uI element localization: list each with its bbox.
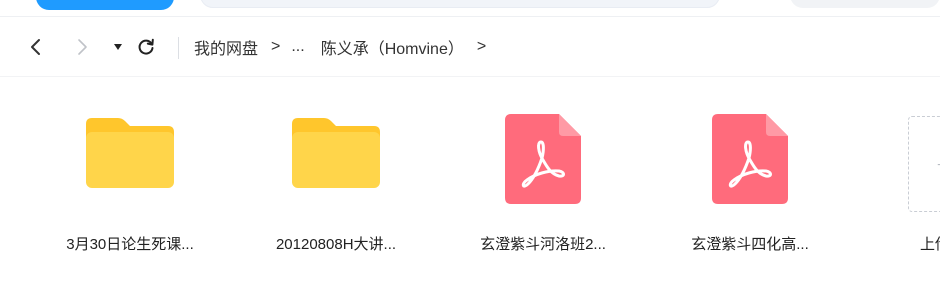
top-toolbar	[0, 0, 940, 16]
file-item-folder[interactable]: 20120808H大讲...	[246, 114, 426, 264]
breadcrumb: 我的网盘 > ... 陈义承（Homvine） >	[194, 35, 497, 59]
breadcrumb-ellipsis[interactable]: ...	[291, 38, 304, 56]
file-name: 3月30日论生死课...	[66, 236, 194, 253]
history-dropdown-button[interactable]	[106, 35, 130, 59]
refresh-icon	[138, 38, 154, 55]
pdf-icon	[505, 114, 581, 204]
forward-button[interactable]	[70, 35, 94, 59]
breadcrumb-separator: >	[476, 38, 487, 55]
file-grid: 3月30日论生死课... 20120808H大讲... 玄澄紫斗河洛班2... …	[0, 78, 940, 296]
navigation-bar: 我的网盘 > ... 陈义承（Homvine） >	[0, 17, 940, 77]
folder-icon	[292, 118, 380, 188]
chevron-left-icon	[31, 39, 40, 55]
file-item-pdf[interactable]: 玄澄紫斗河洛班2...	[453, 114, 633, 264]
breadcrumb-root[interactable]: 我的网盘	[194, 35, 258, 59]
file-item-pdf[interactable]: 玄澄紫斗四化高...	[660, 114, 840, 264]
file-name: 玄澄紫斗河洛班2...	[480, 236, 606, 253]
toolbar-right-control[interactable]	[790, 0, 940, 8]
breadcrumb-separator: >	[271, 38, 281, 55]
primary-action-button[interactable]	[36, 0, 174, 10]
breadcrumb-current[interactable]: 陈义承（Homvine）	[321, 35, 464, 59]
pdf-icon	[712, 114, 788, 204]
upload-button[interactable]: +	[908, 116, 940, 212]
file-name: 20120808H大讲...	[275, 236, 397, 253]
folder-icon	[86, 118, 174, 188]
nav-separator	[178, 37, 179, 59]
upload-label: 上传	[920, 236, 940, 253]
back-button[interactable]	[24, 35, 48, 59]
chevron-right-icon	[78, 39, 87, 55]
file-name: 玄澄紫斗四化高...	[691, 236, 809, 253]
refresh-button[interactable]	[134, 35, 158, 59]
caret-down-icon	[114, 44, 122, 50]
file-item-folder[interactable]: 3月30日论生死课...	[40, 114, 220, 264]
search-bar[interactable]	[200, 0, 720, 8]
